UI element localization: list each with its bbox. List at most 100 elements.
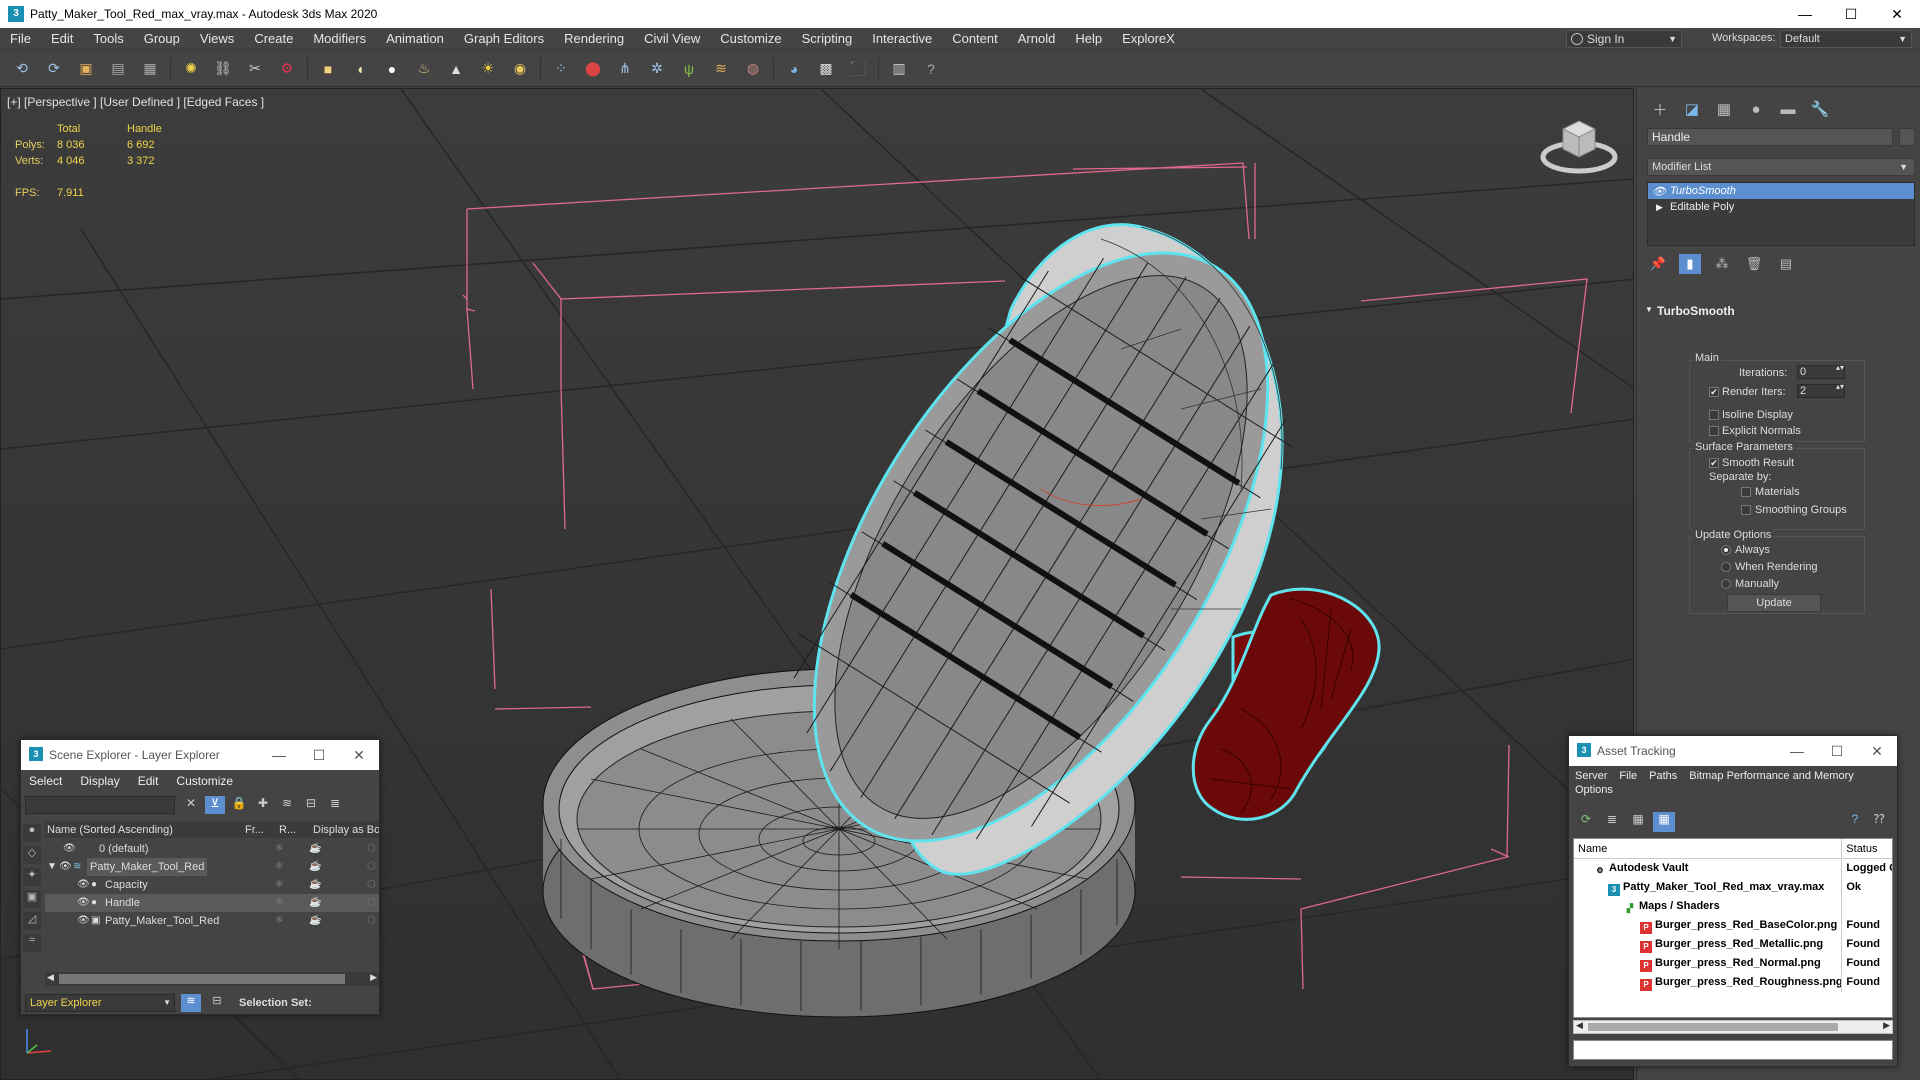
box-icon[interactable]: ■ [316, 57, 340, 81]
omni-light-icon[interactable]: ◉ [508, 57, 532, 81]
bind-icon[interactable]: ⚙ [275, 57, 299, 81]
always-radio[interactable] [1721, 545, 1731, 555]
menu-file[interactable]: File [0, 31, 41, 46]
freeze-icon[interactable]: ❄ [275, 876, 283, 894]
clear-filter-icon[interactable]: ✕ [181, 796, 201, 814]
stack-item-editable-poly[interactable]: ▶ Editable Poly [1648, 199, 1914, 215]
wood-icon[interactable]: ◍ [741, 57, 765, 81]
maximize-button[interactable]: ☐ [299, 740, 339, 770]
render-icon[interactable]: ⬛ [846, 57, 870, 81]
col-name[interactable]: Name [1574, 839, 1843, 858]
display-icon[interactable]: ▬ [1777, 98, 1799, 120]
thumbnails-icon[interactable]: ▦ [1627, 812, 1649, 832]
minimize-button[interactable]: — [259, 740, 299, 770]
scrollbar-thumb[interactable] [59, 974, 345, 984]
helpers-filter-icon[interactable]: ◿ [23, 912, 41, 930]
render-icon[interactable]: ☕ [309, 894, 321, 912]
layers-icon[interactable]: ≋ [277, 796, 297, 814]
col-status[interactable]: Status [1842, 839, 1892, 858]
menu-rendering[interactable]: Rendering [554, 31, 634, 46]
at-menu-file[interactable]: File [1619, 770, 1637, 782]
render-setup-icon[interactable]: ▣ [74, 57, 98, 81]
cameras-filter-icon[interactable]: ▣ [23, 890, 41, 908]
maximize-button[interactable]: ☐ [1817, 736, 1857, 766]
script-icon[interactable]: ▥ [887, 57, 911, 81]
create-icon[interactable]: ＋ [1649, 98, 1671, 120]
update-button[interactable]: Update [1727, 594, 1821, 612]
table-row[interactable]: ▞ Maps / Shaders [1574, 897, 1892, 916]
at-menu-paths[interactable]: Paths [1649, 770, 1677, 782]
when-rendering-radio[interactable] [1721, 562, 1731, 572]
close-button[interactable]: ✕ [339, 740, 379, 770]
eye-icon[interactable]: 👁 [63, 840, 76, 858]
table-row[interactable]: ⚙ Autodesk Vault Logged O [1574, 859, 1892, 878]
shapes-filter-icon[interactable]: ◇ [23, 846, 41, 864]
utilities-icon[interactable]: 🔧 [1809, 98, 1831, 120]
menu-graph-editors[interactable]: Graph Editors [454, 31, 554, 46]
scroll-right-icon[interactable]: ▶ [1883, 1020, 1890, 1031]
close-button[interactable]: ✕ [1857, 736, 1897, 766]
horizontal-scrollbar[interactable]: ◀ ▶ [1573, 1020, 1893, 1034]
layer-row[interactable]: ▼ 👁 ≋ Patty_Maker_Tool_Red ❄ ☕ ⬡ [45, 858, 379, 876]
scroll-right-icon[interactable]: ▶ [370, 972, 377, 983]
grass-icon[interactable]: ψ [677, 57, 701, 81]
table-row[interactable]: P Burger_press_Red_Normal.png Found [1574, 954, 1892, 973]
menu-edit[interactable]: Edit [41, 31, 83, 46]
eye-icon[interactable]: 👁 [77, 894, 90, 912]
hierarchy-icon[interactable]: ▦ [1713, 98, 1735, 120]
dynamics-icon[interactable]: ⬤ [581, 57, 605, 81]
layer-icon[interactable]: ▦ [138, 57, 162, 81]
help-icon[interactable]: ? [919, 57, 943, 81]
menu-group[interactable]: Group [134, 31, 190, 46]
sign-in-dropdown[interactable]: Sign In ▼ [1566, 30, 1682, 48]
menu-interactive[interactable]: Interactive [862, 31, 942, 46]
se-menu-select[interactable]: Select [29, 774, 62, 788]
settings-icon[interactable]: ✲ [645, 57, 669, 81]
menu-modifiers[interactable]: Modifiers [303, 31, 376, 46]
stack-item-turbosmooth[interactable]: 👁 TurboSmooth [1648, 183, 1914, 199]
sun-icon[interactable]: ☀ [476, 57, 500, 81]
at-menu-server[interactable]: Server [1575, 770, 1607, 782]
display-box-icon[interactable]: ⬡ [367, 894, 376, 912]
sphere-icon[interactable]: ◖ [348, 57, 372, 81]
hair-icon[interactable]: ≋ [709, 57, 733, 81]
expand-arrow-icon[interactable]: ▼ [47, 858, 57, 876]
spacewarps-filter-icon[interactable]: ≈ [23, 934, 41, 952]
menu-scripting[interactable]: Scripting [792, 31, 863, 46]
material-editor-icon[interactable]: ▤ [106, 57, 130, 81]
geometry-filter-icon[interactable]: ● [23, 824, 41, 842]
undo-icon[interactable]: ⟲ [10, 57, 34, 81]
viewport-label[interactable]: [+] [Perspective ] [User Defined ] [Edge… [7, 95, 264, 109]
eye-icon[interactable]: 👁 [1652, 184, 1666, 200]
menu-content[interactable]: Content [942, 31, 1008, 46]
smoothing-groups-checkbox[interactable] [1741, 505, 1751, 515]
object-row[interactable]: 👁 ● Handle ❄ ☕ ⬡ [45, 894, 379, 912]
eye-icon[interactable]: 👁 [77, 912, 90, 930]
search-input[interactable] [25, 796, 175, 814]
table-row[interactable]: P Burger_press_Red_Roughness.png Found [1574, 973, 1892, 992]
object-color-swatch[interactable] [1899, 128, 1915, 146]
geosphere-icon[interactable]: ● [380, 57, 404, 81]
object-row[interactable]: 👁 ● Capacity ❄ ☕ ⬡ [45, 876, 379, 894]
show-end-result-icon[interactable]: ▮ [1679, 254, 1701, 274]
stack-layers-icon[interactable]: ≣ [325, 796, 345, 814]
maximize-button[interactable]: ☐ [1828, 0, 1874, 28]
workspaces-dropdown[interactable]: Default ▼ [1780, 30, 1912, 48]
freeze-icon[interactable]: ❄ [275, 894, 283, 912]
at-menu-options[interactable]: Options [1575, 784, 1613, 796]
render-iters-spinner[interactable]: 2 [1797, 383, 1845, 398]
lights-filter-icon[interactable]: ✦ [23, 868, 41, 886]
link-icon[interactable]: ⛓ [211, 57, 235, 81]
pin-stack-icon[interactable]: 📌 [1647, 254, 1669, 274]
col-display[interactable]: Display as Box [313, 822, 379, 838]
add-layer-icon[interactable]: ✚ [253, 796, 273, 814]
menu-create[interactable]: Create [244, 31, 303, 46]
modifier-list-dropdown[interactable]: Modifier List ▼ [1647, 158, 1915, 176]
display-box-icon[interactable]: ⬡ [367, 912, 376, 930]
explorer-type-dropdown[interactable]: Layer Explorer ▼ [25, 994, 175, 1012]
display-box-icon[interactable]: ⬡ [367, 840, 376, 858]
teapot-icon[interactable]: ♨ [412, 57, 436, 81]
display-box-icon[interactable]: ⬡ [367, 876, 376, 894]
motion-icon[interactable]: ● [1745, 98, 1767, 120]
col-name[interactable]: Name (Sorted Ascending) [45, 822, 245, 838]
